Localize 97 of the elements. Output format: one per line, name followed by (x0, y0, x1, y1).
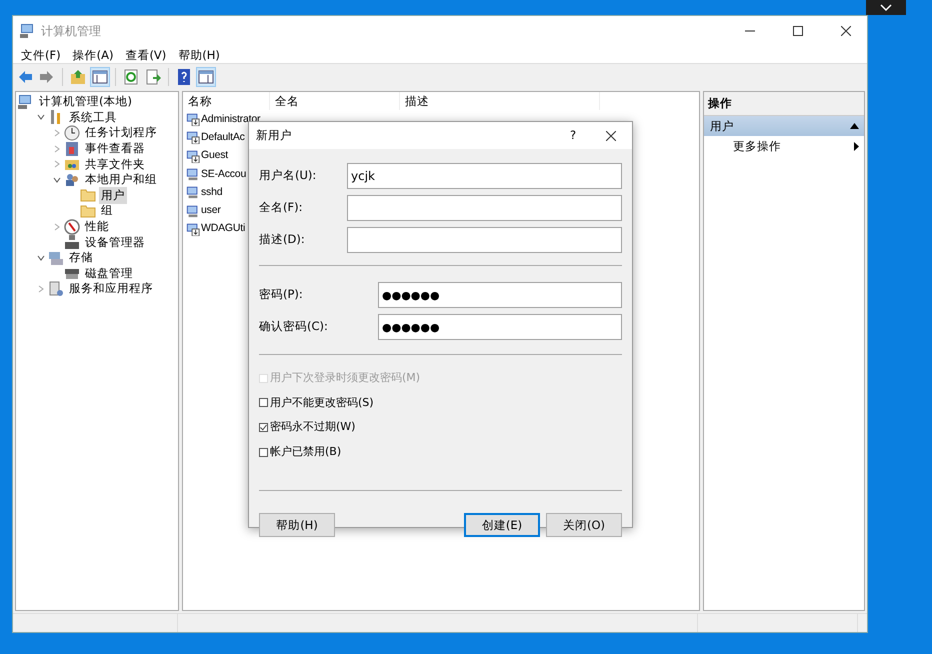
computer-icon (18, 94, 34, 110)
clock-icon (64, 124, 80, 141)
field-label: 确认密码(C): (259, 318, 329, 336)
help-button[interactable]: ? (556, 120, 590, 150)
tree-item[interactable]: 性能 (83, 218, 111, 236)
expand-chevron-icon[interactable] (37, 284, 45, 293)
export-list-icon (145, 69, 161, 85)
user-name[interactable]: WDAGUti (201, 222, 246, 236)
collapse-chevron-icon[interactable] (37, 254, 45, 262)
submenu-triangle-icon (854, 142, 859, 151)
refresh-icon (123, 69, 139, 85)
actions-section[interactable]: 用户 (704, 116, 864, 136)
column-header[interactable]: 全名 (270, 92, 400, 110)
collapse-triangle-icon (850, 123, 859, 130)
collapse-chevron-icon[interactable] (53, 176, 61, 184)
menu-item[interactable]: 帮助(H) (172, 46, 226, 63)
users-icon (64, 172, 80, 188)
computer-management-icon (19, 23, 35, 39)
collapse-chevron-icon[interactable] (37, 113, 45, 122)
expand-chevron-icon[interactable] (53, 160, 61, 168)
checkbox-label: 帐户已禁用(B) (270, 444, 342, 460)
expand-chevron-icon[interactable] (53, 144, 61, 153)
field-label: 用户名(U): (259, 167, 318, 184)
column-header[interactable]: 描述 (400, 92, 600, 110)
action-pane-icon (198, 69, 214, 85)
input-field[interactable]: ●●●●●● (378, 314, 622, 340)
input-field[interactable] (347, 195, 622, 221)
column-header[interactable]: 名称 (183, 92, 270, 110)
user-account-icon (186, 112, 200, 126)
tree-item[interactable]: 任务计划程序 (83, 124, 159, 142)
tree-item[interactable]: 磁盘管理 (83, 264, 135, 282)
device-manager-icon (64, 234, 80, 250)
user-name[interactable]: user (201, 204, 221, 218)
checkbox[interactable] (259, 422, 268, 432)
expand-chevron-icon[interactable] (53, 222, 61, 231)
user-name[interactable]: Administrator (201, 112, 260, 126)
tree-item[interactable]: 组 (99, 202, 115, 220)
forward-arrow-icon (39, 69, 55, 85)
maximize-icon (793, 26, 803, 36)
checkbox[interactable] (259, 398, 268, 408)
field-label: 描述(D): (259, 231, 306, 248)
user-account-icon (186, 167, 200, 182)
tree-item[interactable]: 用户 (99, 186, 127, 204)
close-icon (606, 130, 616, 140)
tree-item[interactable]: 服务和应用程序 (67, 280, 155, 298)
menu-item[interactable]: 查看(V) (119, 46, 172, 63)
section-title: 用户 (710, 118, 734, 135)
user-account-icon (186, 148, 200, 163)
folder-up-button[interactable] (68, 67, 88, 87)
close-icon (841, 26, 851, 36)
user-account-icon (186, 130, 200, 144)
menu-item[interactable]: 操作(A) (66, 46, 120, 63)
user-account-icon (186, 185, 200, 200)
user-account-icon (186, 222, 200, 236)
checkbox-label: 用户下次登录时须更改密码(M) (270, 370, 420, 386)
tree-item[interactable]: 计算机管理(本地) (37, 93, 134, 110)
event-viewer-icon (64, 140, 80, 157)
tree-item[interactable]: 存储 (67, 249, 95, 266)
services-icon (48, 280, 64, 297)
dialog-button[interactable]: 关闭(O) (546, 513, 622, 538)
folder-icon (80, 187, 96, 204)
storage-icon (48, 250, 64, 266)
checkbox-label: 用户不能更改密码(S) (270, 394, 374, 411)
window-title: 计算机管理 (41, 23, 101, 40)
checkbox-label: 密码永不过期(W) (270, 419, 356, 436)
user-name[interactable]: sshd (201, 186, 222, 199)
chevron-down-icon[interactable] (880, 4, 892, 12)
tree-item[interactable]: 系统工具 (67, 108, 119, 126)
tree-item[interactable]: 事件查看器 (83, 140, 147, 158)
user-name[interactable]: DefaultAc (201, 130, 245, 144)
expand-chevron-icon[interactable] (53, 128, 61, 137)
dialog-title: 新用户 (256, 126, 292, 144)
input-field[interactable] (347, 227, 622, 253)
field-label: 密码(P): (259, 286, 304, 304)
input-field[interactable]: ycjk (347, 163, 622, 189)
folder-icon (80, 202, 96, 219)
folder-up-icon (70, 69, 86, 85)
menu-item[interactable]: 文件(F) (15, 46, 67, 63)
tree-item[interactable]: 共享文件夹 (83, 156, 147, 173)
user-account-icon (186, 204, 200, 218)
tree-item[interactable]: 本地用户和组 (83, 171, 159, 188)
action-pane-button[interactable] (196, 67, 216, 87)
input-field[interactable]: ●●●●●● (378, 282, 622, 308)
console-tree-icon (92, 69, 108, 85)
actions-header: 操作 (704, 92, 864, 116)
performance-icon (64, 218, 80, 235)
checkbox[interactable] (259, 448, 268, 457)
help-icon (176, 69, 192, 85)
action-item[interactable]: 更多操作 (733, 138, 781, 155)
tree-item[interactable]: 设备管理器 (83, 234, 147, 251)
back-arrow-icon (17, 69, 33, 85)
field-label: 全名(F): (259, 199, 304, 216)
user-name[interactable]: Guest (201, 149, 228, 162)
user-name[interactable]: SE-Accou (201, 168, 246, 181)
dialog-button[interactable]: 创建(E) (464, 513, 540, 538)
dialog-button[interactable]: 帮助(H) (259, 513, 335, 538)
console-tree-button[interactable] (90, 67, 110, 87)
